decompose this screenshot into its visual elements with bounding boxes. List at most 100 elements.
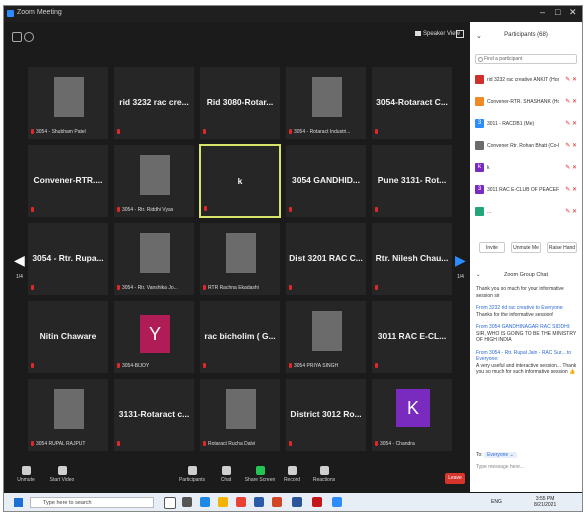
- acrobat-icon[interactable]: [312, 497, 322, 507]
- participant-avatar: Y: [140, 315, 170, 353]
- maximize-button[interactable]: □: [555, 7, 560, 17]
- minimize-button[interactable]: –: [540, 7, 545, 17]
- chat-message: From 3054 GANDHINAGAR RAC SIDDHI: SIR, WH…: [476, 324, 578, 344]
- participant-row[interactable]: ... ✎ ✕: [475, 204, 579, 226]
- unmute-me-button[interactable]: Unmute Me: [511, 242, 541, 253]
- participant-row[interactable]: 3 3011 - RACDB1 (Me) ✎ ✕: [475, 116, 579, 138]
- participant-name-label: [289, 285, 365, 291]
- video-tile[interactable]: Convener-RTR....: [27, 144, 109, 218]
- muted-mic-icon: [117, 363, 120, 369]
- search-circle-icon[interactable]: [164, 497, 176, 509]
- participant-name-label: [31, 285, 107, 291]
- participant-row[interactable]: k k ✎ ✕: [475, 160, 579, 182]
- task-view-icon[interactable]: [182, 497, 192, 507]
- participant-avatar: 3: [475, 185, 484, 194]
- participants-button[interactable]: Participants: [174, 466, 210, 483]
- chat-collapse-chevron-icon[interactable]: ⌄: [476, 272, 481, 278]
- share-screen-button[interactable]: Share Screen: [242, 466, 278, 483]
- chrome-icon[interactable]: [236, 497, 246, 507]
- muted-status-icon: ✎ ✕: [565, 77, 577, 83]
- word-icon[interactable]: [292, 497, 302, 507]
- taskbar-search-input[interactable]: Type here to search: [30, 497, 154, 508]
- edge-browser-icon[interactable]: [200, 497, 210, 507]
- unmute-label: Unmute: [17, 477, 35, 483]
- to-label: To:: [476, 452, 483, 458]
- muted-mic-icon: [375, 285, 378, 291]
- video-tile[interactable]: Rtr. Nilesh Chau...: [371, 222, 453, 296]
- participant-name: rac bicholim ( G...: [204, 331, 276, 341]
- windows-start-icon[interactable]: [14, 498, 23, 507]
- video-tile[interactable]: Dist 3201 RAC C...: [285, 222, 367, 296]
- view-toggle-button[interactable]: Speaker View: [415, 31, 460, 42]
- meeting-info-icon[interactable]: [24, 32, 34, 42]
- video-tile[interactable]: 3054 - Rtr. Vanshika Jo...: [113, 222, 195, 296]
- participant-name: 3054-Rotaract C...: [376, 97, 448, 107]
- security-shield-icon[interactable]: [12, 32, 22, 42]
- recipient-dropdown[interactable]: Everyone ⌄: [484, 452, 517, 458]
- chat-button[interactable]: Chat: [208, 466, 244, 483]
- collapse-chevron-icon[interactable]: ⌄: [476, 32, 482, 40]
- participant-row[interactable]: Convener Rtr. Rohan Bhatt (Co-host) ✎ ✕: [475, 138, 579, 160]
- raise-hand-button[interactable]: Raise Hand: [547, 242, 577, 253]
- video-tile[interactable]: 3054-Rotaract C...: [371, 66, 453, 140]
- outlook-icon[interactable]: [254, 497, 264, 507]
- fullscreen-icon[interactable]: [456, 30, 464, 38]
- next-page-arrow-icon[interactable]: ▶: [455, 252, 466, 269]
- participant-video: [226, 389, 256, 429]
- video-tile[interactable]: Nitin Chaware: [27, 300, 109, 374]
- close-button[interactable]: ✕: [569, 7, 577, 18]
- video-tile[interactable]: 3054 PRIYA SINGH: [285, 300, 367, 374]
- zoom-taskbar-icon[interactable]: [332, 497, 342, 507]
- video-tile[interactable]: Y 3054-BIJOY: [113, 300, 195, 374]
- video-tile[interactable]: Rotaract Rucha Dalvi: [199, 378, 281, 452]
- video-tile[interactable]: rid 3232 rac cre...: [113, 66, 195, 140]
- video-tile[interactable]: District 3012 Ro...: [285, 378, 367, 452]
- video-tile[interactable]: 3054 - Rtr. Riddhi Vyas: [113, 144, 195, 218]
- muted-mic-icon: [203, 129, 206, 135]
- muted-status-icon: ✎ ✕: [565, 209, 577, 215]
- participant-row[interactable]: rid 3232 rac creative ANKIT (Host) ✎ ✕: [475, 72, 579, 94]
- video-tile[interactable]: 3054 RUPAL RAJPUT: [27, 378, 109, 452]
- video-tile[interactable]: 3054 - Rotaract Industri...: [285, 66, 367, 140]
- video-tile[interactable]: Pune 3131- Rot...: [371, 144, 453, 218]
- video-tile[interactable]: RTR Rachna Ekadashi: [199, 222, 281, 296]
- invite-button[interactable]: Invite: [479, 242, 505, 253]
- chat-sender: From 3054 - Rtr. Rupal Jain - RAC Sur...…: [476, 349, 572, 363]
- muted-mic-icon: [289, 129, 292, 135]
- video-tile[interactable]: k: [199, 144, 281, 218]
- video-tile[interactable]: K 3054 - Chandra: [371, 378, 453, 452]
- participant-name: k: [237, 176, 243, 186]
- video-tile[interactable]: 3054 - Rtr. Rupa...: [27, 222, 109, 296]
- start-video-button[interactable]: Start Video: [44, 466, 80, 483]
- participant-row[interactable]: Convener-RTR. SHASHANK (Host) ✎ ✕: [475, 94, 579, 116]
- participant-name-label: [289, 441, 365, 447]
- video-tile[interactable]: Rid 3080-Rotar...: [199, 66, 281, 140]
- participant-avatar: k: [475, 163, 484, 172]
- muted-mic-icon: [117, 207, 120, 213]
- microphone-muted-icon: [21, 466, 31, 475]
- muted-mic-icon: [375, 363, 378, 369]
- leave-button[interactable]: Leave: [445, 473, 465, 484]
- video-tile[interactable]: 3054 GANDHID...: [285, 144, 367, 218]
- chat-message-input[interactable]: Type message here...: [476, 464, 524, 470]
- tray-language[interactable]: ENG: [491, 499, 502, 505]
- participant-name-label: [117, 441, 193, 447]
- unmute-button[interactable]: Unmute: [8, 466, 44, 483]
- video-tile[interactable]: 3131-Rotaract c...: [113, 378, 195, 452]
- participant-avatar: [475, 75, 484, 84]
- participant-row[interactable]: 33011 RAC E-CLUB OF PEACEFUL... ✎ ✕: [475, 182, 579, 204]
- video-tile[interactable]: 3011 RAC E-CL...: [371, 300, 453, 374]
- participant-name: Rtr. Nilesh Chau...: [375, 253, 449, 263]
- prev-page-arrow-icon[interactable]: ◀: [14, 252, 25, 269]
- file-explorer-icon[interactable]: [218, 497, 228, 507]
- video-tile[interactable]: 3054 - Shubham Patel: [27, 66, 109, 140]
- zoom-window: Zoom Meeting – □ ✕ Speaker View 3054 - S…: [3, 5, 583, 512]
- participant-name-label: 3054-BIJOY: [117, 363, 193, 369]
- participant-search-input[interactable]: Find a participant: [475, 54, 577, 64]
- powerpoint-icon[interactable]: [272, 497, 282, 507]
- record-button[interactable]: Record: [274, 466, 310, 483]
- chat-text: A very useful and interactive session...…: [476, 362, 577, 376]
- reactions-button[interactable]: Reactions: [306, 466, 342, 483]
- video-tile[interactable]: rac bicholim ( G...: [199, 300, 281, 374]
- taskbar-clock[interactable]: 3:55 PM 8/21/2021: [534, 496, 556, 508]
